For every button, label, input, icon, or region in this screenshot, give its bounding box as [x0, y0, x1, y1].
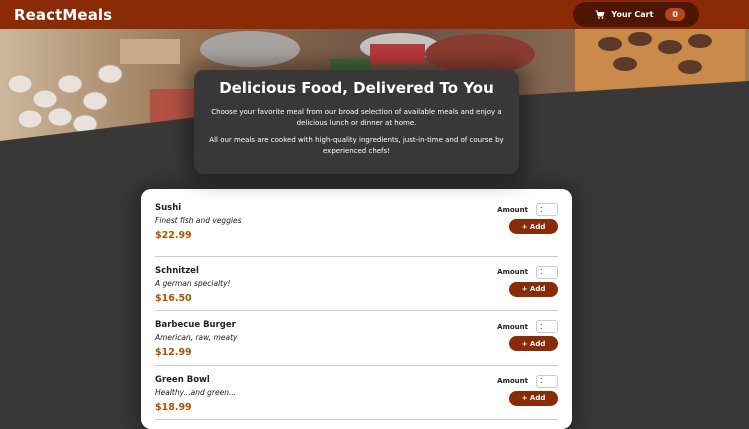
meal-info: Schnitzel A german specialty! $16.50 [155, 266, 231, 311]
summary-card: Delicious Food, Delivered To You Choose … [194, 70, 519, 174]
amount-label: Amount [497, 377, 528, 385]
meal-item: Barbecue Burger American, raw, meaty $12… [155, 311, 558, 366]
add-button[interactable]: + Add [509, 281, 558, 297]
summary-paragraph-2: All our meals are cooked with high-quali… [209, 136, 504, 155]
summary-paragraph-1: Choose your favorite meal from our broad… [211, 108, 502, 127]
app-header: ReactMeals Your Cart 0 [0, 0, 749, 29]
meal-name: Green Bowl [155, 374, 210, 385]
meal-form: Amount + Add [497, 265, 558, 311]
meal-form: Amount + Add [497, 320, 558, 365]
add-button[interactable]: + Add [509, 336, 558, 351]
summary-title: Delicious Food, Delivered To You [219, 79, 494, 97]
amount-row: Amount [497, 203, 558, 216]
amount-label: Amount [497, 268, 528, 276]
cart-button[interactable]: Your Cart 0 [573, 2, 699, 27]
brand-logo-text: ReactMeals [14, 5, 113, 24]
meal-info: Green Bowl Healthy...and green... $18.99 [155, 375, 236, 420]
meal-description: American, raw, meaty [155, 333, 238, 342]
amount-label: Amount [497, 205, 528, 214]
meal-info: Sushi Finest fish and veggies $22.99 [155, 203, 242, 256]
amount-row: Amount [497, 374, 558, 388]
amount-input[interactable] [536, 320, 558, 333]
meal-info: Barbecue Burger American, raw, meaty $12… [155, 320, 237, 365]
meals-list-card: Sushi Finest fish and veggies $22.99 Amo… [141, 189, 572, 429]
meal-description: Healthy...and green... [155, 387, 237, 397]
amount-input[interactable] [536, 374, 558, 388]
amount-label: Amount [497, 322, 528, 331]
meal-form: Amount + Add [497, 203, 558, 256]
meal-item: Green Bowl Healthy...and green... $18.99… [155, 366, 558, 420]
meal-name: Barbecue Burger [155, 320, 236, 330]
meal-price: $18.99 [155, 401, 192, 413]
meal-form: Amount + Add [497, 374, 558, 420]
meal-price: $12.99 [155, 347, 192, 358]
cart-icon [595, 9, 605, 19]
meal-price: $16.50 [155, 292, 192, 304]
meal-name: Sushi [155, 203, 182, 213]
cart-count-badge: 0 [665, 8, 685, 21]
amount-input[interactable] [536, 203, 558, 216]
amount-row: Amount [497, 320, 558, 333]
add-button[interactable]: + Add [509, 390, 558, 406]
meal-name: Schnitzel [155, 265, 199, 276]
amount-input[interactable] [536, 265, 558, 279]
meal-price: $22.99 [155, 230, 192, 241]
meal-description: Finest fish and veggies [155, 216, 242, 225]
meal-description: A german specialty! [155, 278, 231, 288]
meal-item: Schnitzel A german specialty! $16.50 Amo… [155, 257, 558, 311]
cart-label: Your Cart [611, 10, 654, 19]
add-button[interactable]: + Add [509, 219, 558, 234]
amount-row: Amount [497, 265, 558, 279]
meal-item: Sushi Finest fish and veggies $22.99 Amo… [155, 202, 558, 257]
